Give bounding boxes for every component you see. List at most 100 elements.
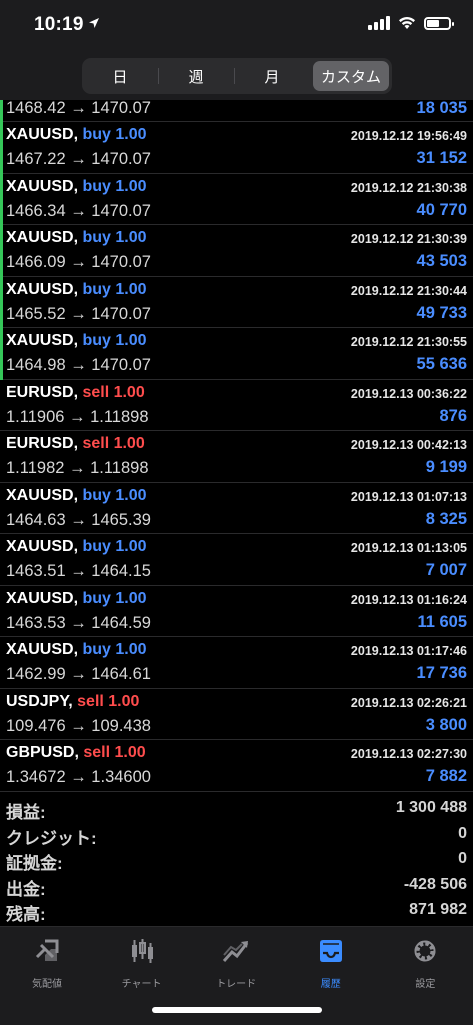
deal-profit: 40 770 [416,200,467,219]
segment-month[interactable]: 月 [234,58,310,94]
deal-title: XAUUSD, buy 1.00 [6,229,146,247]
deal-row[interactable]: XAUUSD, buy 1.00 2019.12.13 01:16:24 1463.… [0,586,473,637]
deal-time: 2019.12.13 01:07:13 [350,489,467,504]
deal-row[interactable]: USDJPY, sell 1.00 2019.12.13 02:26:21 109.… [0,689,473,740]
deal-title: XAUUSD, buy 1.00 [6,487,146,505]
deal-time: 2019.12.12 21:30:55 [350,335,467,349]
deal-symbol: XAUUSD [6,589,74,607]
period-selector-bar: 日週月カスタム [0,52,473,100]
deal-prices: 1466.09 → 1470.07 [6,253,151,271]
deal-side: buy 1.00 [82,177,147,195]
wifi-icon [399,16,415,29]
deal-symbol: XAUUSD [6,229,74,246]
deal-prices: 1462.99 → 1464.61 [6,665,151,683]
summary-value: 0 [458,824,467,842]
deal-title: XAUUSD, buy 1.00 [6,538,146,556]
deal-side: sell 1.00 [83,744,146,761]
tab-label: チャート [121,979,162,990]
deal-prices: 1467.22 → 1470.07 [6,150,151,168]
deal-prices: 1463.53 → 1464.59 [6,613,151,632]
deal-time: 2019.12.12 21:30:38 [350,180,467,195]
deal-prices: 1.34672 → 1.34600 [6,768,151,786]
deal-profit: 43 503 [416,252,467,270]
deal-time: 2019.12.13 01:16:24 [350,592,467,607]
status-bar: 10:19 [0,0,473,52]
deal-symbol: XAUUSD [6,177,74,195]
deal-symbol: EURUSD [6,383,74,401]
segment-custom[interactable]: カスタム [313,61,389,91]
deal-row[interactable]: EURUSD, sell 1.00 2019.12.13 00:42:13 1.11… [0,431,473,483]
deal-title: XAUUSD, buy 1.00 [6,281,146,299]
summary-row: 出金: -428 506 [0,873,473,899]
quotes-icon [35,939,59,961]
history-list: 1468.42 → 1470.07 18 035 XAUUSD, buy 1.00 2… [0,99,473,792]
deal-separator: , [68,692,78,710]
deal-side: sell 1.00 [82,435,145,452]
deal-time: 2019.12.13 00:42:13 [350,438,467,452]
battery-icon [424,16,454,30]
deal-row[interactable]: 1468.42 → 1470.07 18 035 [0,99,473,122]
tab-settings[interactable]: 設定 [378,935,472,990]
deal-profit: 9 199 [425,458,467,476]
history-icon [319,940,342,962]
summary-value: 871 982 [409,901,467,918]
deal-title: XAUUSD, buy 1.00 [6,126,146,144]
deal-separator: , [74,744,84,761]
location-arrow-icon [89,18,99,28]
deal-row[interactable]: XAUUSD, buy 1.00 2019.12.12 21:30:38 1466.… [0,173,473,225]
deal-row[interactable]: GBPUSD, sell 1.00 2019.12.13 02:27:30 1.34… [0,740,473,792]
deal-time: 2019.12.13 01:13:05 [350,541,467,555]
deal-row[interactable]: XAUUSD, buy 1.00 2019.12.13 01:07:13 1464.… [0,483,473,534]
summary-label: 証拠金: [6,854,63,873]
segment-day[interactable]: 日 [82,58,158,94]
deal-row[interactable]: XAUUSD, buy 1.00 2019.12.13 01:13:05 1463.… [0,534,473,586]
cellular-signal-icon [368,16,390,30]
deal-time: 2019.12.13 01:17:46 [350,644,467,658]
deal-prices: 109.476 → 109.438 [6,716,151,735]
segment-week[interactable]: 週 [158,58,234,94]
summary-row: 損益: 1 300 488 [0,796,473,822]
deal-side: buy 1.00 [82,486,147,504]
tab-label: トレード [216,979,257,990]
deal-title: EURUSD, sell 1.00 [6,384,145,402]
tab-chart[interactable]: チャート [95,935,189,990]
deal-row[interactable]: EURUSD, sell 1.00 2019.12.13 00:36:22 1.11… [0,380,473,431]
deal-row[interactable]: XAUUSD, buy 1.00 2019.12.12 21:30:39 1466.… [0,225,473,277]
tab-history[interactable]: 履歴 [284,935,378,990]
tab-trade[interactable]: トレード [189,935,283,990]
deal-title: USDJPY, sell 1.00 [6,693,139,711]
deal-row[interactable]: XAUUSD, buy 1.00 2019.12.12 21:30:55 1464.… [0,328,473,380]
deal-symbol: GBPUSD [6,744,75,761]
deal-symbol: XAUUSD [6,538,74,555]
deal-title: EURUSD, sell 1.00 [6,435,145,453]
deal-title: XAUUSD, buy 1.00 [6,178,146,196]
summary-value: 1 300 488 [395,799,467,816]
deal-prices: 1464.98 → 1470.07 [6,356,151,374]
deal-symbol: XAUUSD [6,126,74,143]
tab-label: 設定 [415,979,436,990]
tab-quotes[interactable]: 気配値 [0,935,94,990]
summary-row: 証拠金: 0 [0,847,473,873]
deal-symbol: XAUUSD [6,332,74,349]
deal-row[interactable]: XAUUSD, buy 1.00 2019.12.12 21:30:44 1465.… [0,276,473,328]
deal-profit: 17 736 [416,664,467,682]
deal-title: XAUUSD, buy 1.00 [6,641,146,659]
deal-row[interactable]: XAUUSD, buy 1.00 2019.12.12 19:56:49 1467.… [0,122,473,174]
tab-label: 気配値 [32,979,62,990]
deal-title: XAUUSD, buy 1.00 [6,332,146,350]
summary-label: 残高: [6,905,46,924]
deal-side: buy 1.00 [82,589,147,607]
deal-profit: 7 882 [425,767,467,785]
summary-value: -428 506 [403,875,467,893]
deal-side: buy 1.00 [82,126,147,143]
deal-row[interactable]: XAUUSD, buy 1.00 2019.12.13 01:17:46 1462.… [0,637,473,689]
deal-profit: 11 605 [417,612,467,631]
deal-title: GBPUSD, sell 1.00 [6,744,146,762]
deal-prices: 1.11982 → 1.11898 [6,459,149,477]
deal-profit: 31 152 [416,149,467,167]
summary-row: クレジット: 0 [0,822,473,848]
deal-profit: 55 636 [416,355,467,373]
tab-label: 履歴 [320,979,341,990]
deal-side: buy 1.00 [82,641,147,658]
deal-profit: 7 007 [425,561,467,579]
